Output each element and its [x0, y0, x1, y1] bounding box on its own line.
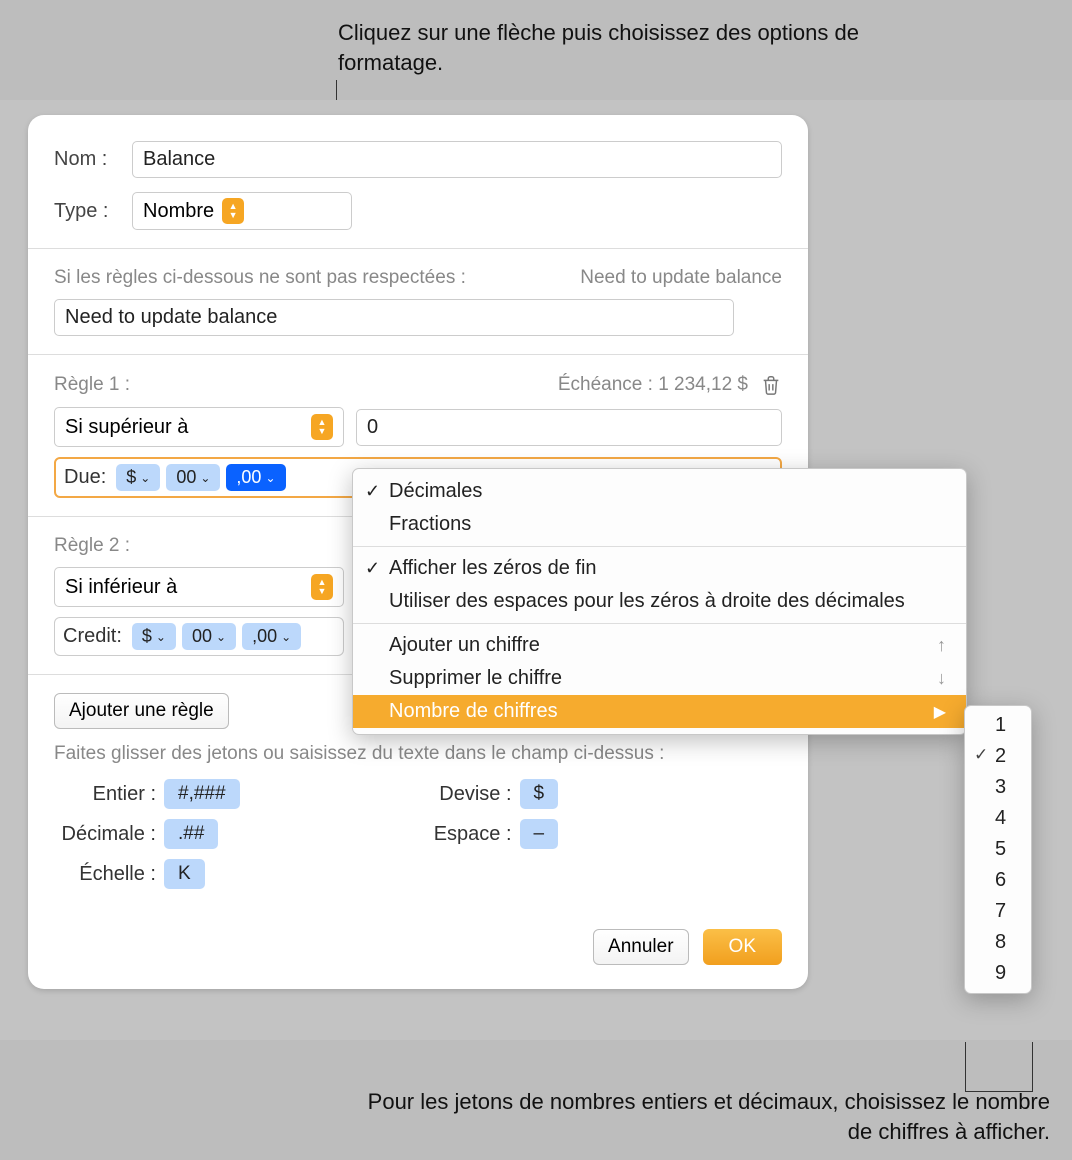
rule1-title: Règle 1 : — [54, 374, 130, 396]
menu-ajouter-chiffre[interactable]: Ajouter un chiffre↑ — [353, 629, 966, 662]
divider — [28, 354, 808, 355]
chevron-down-icon: ⌄ — [156, 630, 166, 644]
callout-bottom-connector — [965, 1042, 1033, 1092]
token-currency[interactable]: $⌄ — [116, 464, 160, 491]
chevron-down-icon: ⌄ — [281, 630, 291, 644]
tg-entier-label: Entier : — [54, 783, 164, 806]
chevron-down-icon: ⌄ — [140, 471, 150, 485]
digits-2[interactable]: 2 — [965, 741, 1031, 772]
menu-zeros-fin[interactable]: Afficher les zéros de fin — [353, 552, 966, 585]
stepper-icon: ▲▼ — [222, 198, 244, 224]
stepper-icon: ▲▼ — [311, 574, 333, 600]
fallback-input[interactable]: Need to update balance — [54, 299, 734, 336]
tg-devise-chip[interactable]: $ — [520, 779, 559, 809]
token-currency[interactable]: $⌄ — [132, 623, 176, 650]
tg-echelle-chip[interactable]: K — [164, 859, 205, 889]
digits-8[interactable]: 8 — [965, 927, 1031, 958]
digits-6[interactable]: 6 — [965, 865, 1031, 896]
digits-7[interactable]: 7 — [965, 896, 1031, 927]
cancel-button[interactable]: Annuler — [593, 929, 689, 965]
digits-1[interactable]: 1 — [965, 710, 1031, 741]
token-integer[interactable]: 00⌄ — [166, 464, 220, 491]
fallback-label: Si les règles ci-dessous ne sont pas res… — [54, 267, 466, 289]
trash-icon[interactable] — [760, 373, 782, 397]
tokens-hint: Faites glisser des jetons ou saisissez d… — [54, 743, 782, 765]
arrow-down-icon: ↓ — [937, 668, 946, 689]
name-label: Nom : — [54, 148, 132, 171]
digits-3[interactable]: 3 — [965, 772, 1031, 803]
rule2-title: Règle 2 : — [54, 535, 130, 557]
chevron-down-icon: ⌄ — [216, 630, 226, 644]
stepper-icon: ▲▼ — [311, 414, 333, 440]
chevron-down-icon: ⌄ — [200, 471, 210, 485]
digits-4[interactable]: 4 — [965, 803, 1031, 834]
rule1-value-input[interactable]: 0 — [356, 409, 782, 446]
menu-divider — [353, 623, 966, 624]
rule1-condition-select[interactable]: Si supérieur à ▲▼ — [54, 407, 344, 447]
menu-supprimer-chiffre[interactable]: Supprimer le chiffre↓ — [353, 662, 966, 695]
type-label: Type : — [54, 200, 132, 223]
menu-decimales[interactable]: Décimales — [353, 475, 966, 508]
name-input[interactable]: Balance — [132, 141, 782, 178]
tg-entier-chip[interactable]: #,### — [164, 779, 240, 809]
type-select-value: Nombre — [143, 200, 214, 223]
tg-decimale-chip[interactable]: .## — [164, 819, 218, 849]
tg-espace-label: Espace : — [410, 823, 520, 846]
tg-devise-label: Devise : — [410, 783, 520, 806]
rule2-condition-select[interactable]: Si inférieur à ▲▼ — [54, 567, 344, 607]
fallback-preview: Need to update balance — [580, 267, 782, 289]
tg-decimale-label: Décimale : — [54, 823, 164, 846]
menu-nombre-chiffres[interactable]: Nombre de chiffres▶ — [353, 695, 966, 728]
digits-9[interactable]: 9 — [965, 958, 1031, 989]
menu-fractions[interactable]: Fractions — [353, 508, 966, 541]
add-rule-button[interactable]: Ajouter une règle — [54, 693, 229, 729]
menu-divider — [353, 546, 966, 547]
token-decimal[interactable]: ,00⌄ — [242, 623, 301, 650]
chevron-right-icon: ▶ — [934, 702, 946, 722]
rule1-preview: Échéance : 1 234,12 $ — [558, 374, 748, 396]
rule1-format-prefix: Due: — [64, 466, 106, 489]
callout-top-text: Cliquez sur une flèche puis choisissez d… — [338, 18, 958, 77]
rule1-condition-value: Si supérieur à — [65, 416, 188, 439]
rule2-format-field[interactable]: Credit: $⌄ 00⌄ ,00⌄ — [54, 617, 344, 656]
format-options-popup: Décimales Fractions Afficher les zéros d… — [352, 468, 967, 735]
callout-bottom-text: Pour les jetons de nombres entiers et dé… — [350, 1087, 1050, 1146]
ok-button[interactable]: OK — [703, 929, 782, 965]
tg-espace-chip[interactable]: – — [520, 819, 559, 849]
rule2-format-prefix: Credit: — [63, 625, 122, 648]
rule2-condition-value: Si inférieur à — [65, 576, 177, 599]
tg-echelle-label: Échelle : — [54, 863, 164, 886]
type-select[interactable]: Nombre ▲▼ — [132, 192, 352, 230]
token-integer[interactable]: 00⌄ — [182, 623, 236, 650]
digits-5[interactable]: 5 — [965, 834, 1031, 865]
divider — [28, 248, 808, 249]
menu-espaces-zeros[interactable]: Utiliser des espaces pour les zéros à dr… — [353, 585, 966, 618]
token-decimal[interactable]: ,00⌄ — [226, 464, 285, 491]
chevron-down-icon: ⌄ — [265, 471, 275, 485]
number-of-digits-submenu: 1 2 3 4 5 6 7 8 9 — [964, 705, 1032, 994]
arrow-up-icon: ↑ — [937, 635, 946, 656]
